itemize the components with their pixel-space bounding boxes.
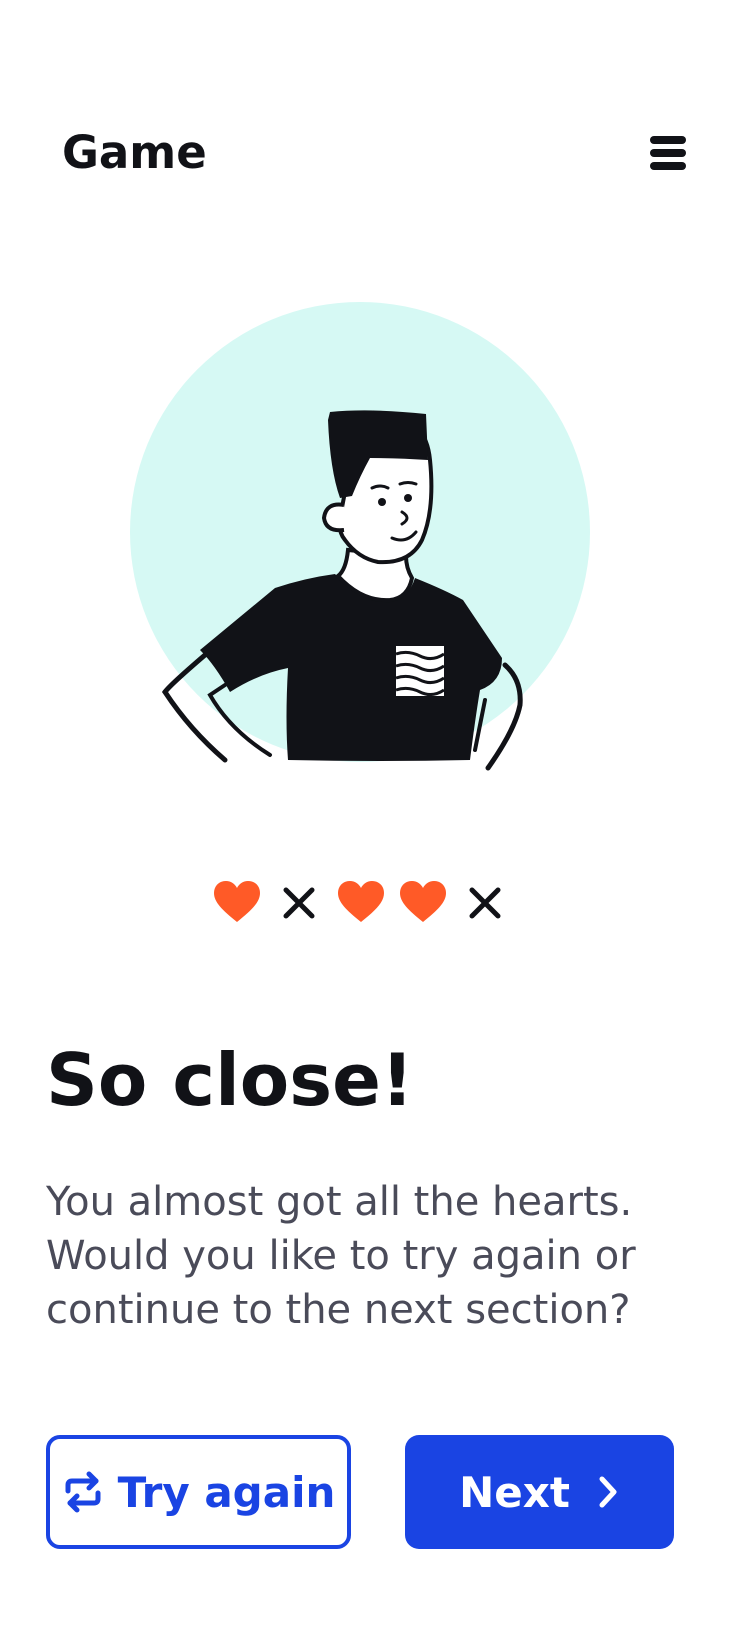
heart-icon	[398, 878, 448, 928]
heart-icon	[336, 878, 386, 928]
result-title: So close!	[46, 1038, 414, 1122]
illustration-svg	[130, 302, 590, 771]
header: Game	[0, 0, 750, 240]
heart-icon	[212, 878, 262, 928]
next-label: Next	[459, 1467, 570, 1517]
chevron-right-icon	[596, 1475, 620, 1509]
lost-life-x-icon	[274, 878, 324, 928]
hamburger-menu-icon[interactable]	[650, 134, 694, 174]
lost-life-x-icon	[460, 878, 510, 928]
lives-indicator	[0, 878, 750, 938]
man-hands-on-hips-illustration	[130, 300, 630, 800]
repeat-icon	[62, 1471, 104, 1513]
app-title: Game	[62, 126, 207, 179]
result-message: You almost got all the hearts. Would you…	[46, 1179, 636, 1333]
next-button[interactable]: Next	[405, 1435, 674, 1549]
try-again-button[interactable]: Try again	[46, 1435, 351, 1549]
try-again-label: Try again	[117, 1467, 336, 1517]
